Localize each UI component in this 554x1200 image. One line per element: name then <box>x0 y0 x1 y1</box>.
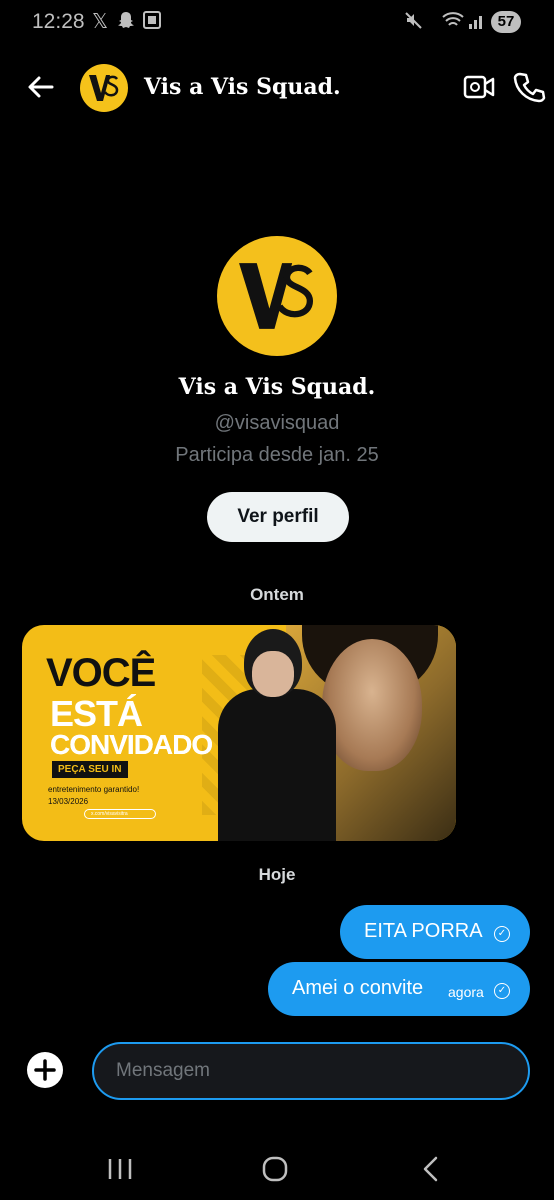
view-profile-button[interactable]: Ver perfil <box>207 492 349 542</box>
profile-joined-date: Participa desde jan. 25 <box>175 444 379 466</box>
invite-search: x.com/visavisitra <box>84 809 156 819</box>
invite-line1: VOCÊ <box>46 651 156 695</box>
chevron-left-icon <box>423 1156 438 1182</box>
invite-info1: entretenimento garantido! <box>48 785 140 794</box>
home-button[interactable] <box>255 1154 295 1184</box>
x-icon: 𝕏 <box>92 11 109 33</box>
recents-icon <box>108 1159 132 1179</box>
message-input[interactable] <box>92 1042 530 1100</box>
sent-check-icon: ✓ <box>494 926 510 942</box>
mute-icon <box>404 10 424 36</box>
status-bar: 12:28 𝕏 57 <box>0 0 554 46</box>
message-bubble[interactable]: Amei o convite agora ✓ <box>268 962 530 1016</box>
image-figure-face <box>322 639 422 771</box>
profile-handle: @visavisquad <box>214 412 340 434</box>
video-camera-icon <box>463 75 495 99</box>
image-person <box>218 625 336 841</box>
add-attachment-button[interactable] <box>25 1050 65 1090</box>
profile-name: Vis a Vis Squad. <box>178 374 376 400</box>
back-nav-button[interactable] <box>410 1154 450 1184</box>
invite-image[interactable]: VOCÊ ESTÁ CONVIDADO PEÇA SEU IN entreten… <box>22 625 456 841</box>
wifi-icon <box>442 10 464 36</box>
sent-check-icon: ✓ <box>494 983 510 999</box>
vs-logo-icon <box>239 263 314 329</box>
invite-line3: CONVIDADO <box>50 729 213 760</box>
plus-circle-icon <box>27 1052 63 1088</box>
signal-icon <box>468 10 486 36</box>
chat-header: Vis a Vis Squad. <box>0 56 554 120</box>
conversation-title[interactable]: Vis a Vis Squad. <box>144 74 341 100</box>
snapchat-icon <box>116 10 136 36</box>
home-icon <box>262 1156 288 1182</box>
day-separator-today: Hoje <box>258 865 296 884</box>
profile-avatar[interactable] <box>217 236 337 356</box>
video-call-button[interactable] <box>462 72 496 102</box>
voice-call-button[interactable] <box>512 70 546 104</box>
message-time: agora <box>448 984 484 1000</box>
phone-icon <box>513 72 546 103</box>
system-nav-bar <box>0 1140 554 1200</box>
battery-indicator: 57 <box>491 11 521 33</box>
header-avatar[interactable] <box>80 64 128 112</box>
invite-cta: PEÇA SEU IN <box>52 761 128 778</box>
recents-button[interactable] <box>100 1154 140 1184</box>
screenshot-icon <box>142 10 162 36</box>
invite-info2: 13/03/2026 <box>48 797 89 806</box>
message-text: Amei o convite <box>292 977 424 999</box>
message-bubble[interactable]: EITA PORRA ✓ <box>340 905 530 959</box>
arrow-left-icon <box>28 76 54 98</box>
day-separator-yesterday: Ontem <box>250 585 304 604</box>
message-text: EITA PORRA <box>364 920 483 942</box>
status-time: 12:28 <box>32 10 85 33</box>
vs-logo-icon <box>89 75 119 101</box>
back-button[interactable] <box>24 70 58 104</box>
